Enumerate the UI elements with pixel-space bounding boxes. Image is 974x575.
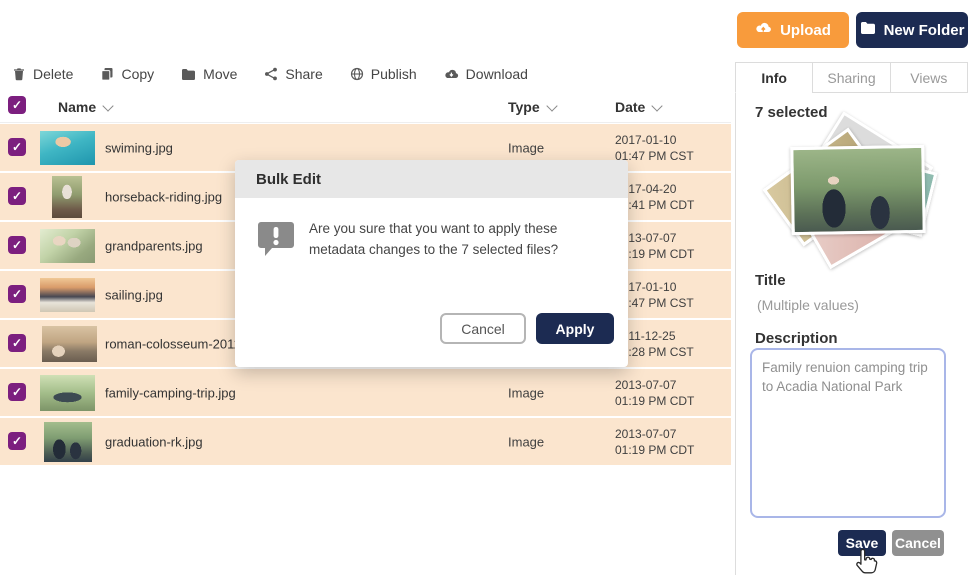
- selected-count: 7 selected: [755, 104, 828, 121]
- copy-button[interactable]: Copy: [100, 66, 154, 82]
- bulk-edit-modal: Bulk Edit Are you sure that you want to …: [235, 160, 628, 367]
- selected-photos-stack: [765, 120, 950, 265]
- toolbar-label: Download: [466, 66, 528, 82]
- warning-bubble-icon: [256, 220, 296, 263]
- column-header-date: Date: [615, 99, 661, 115]
- file-name: family-camping-trip.jpg: [105, 385, 236, 400]
- chevron-down-icon[interactable]: [546, 100, 557, 111]
- file-type: Image: [508, 434, 544, 449]
- file-name: graduation-rk.jpg: [105, 434, 203, 449]
- table-header: Name Type Date: [0, 96, 731, 123]
- file-thumbnail: [52, 176, 82, 218]
- copy-icon: [100, 67, 114, 81]
- row-checkbox[interactable]: [8, 187, 26, 205]
- row-checkbox[interactable]: [8, 285, 26, 303]
- row-checkbox[interactable]: [8, 334, 26, 352]
- file-thumbnail: [40, 375, 95, 411]
- download-button[interactable]: Download: [444, 66, 528, 82]
- modal-message: Are you sure that you want to apply thes…: [309, 218, 601, 260]
- file-thumbnail: [40, 229, 95, 263]
- table-row[interactable]: graduation-rk.jpg Image 2013-07-0701:19 …: [0, 418, 731, 465]
- file-thumbnail: [40, 131, 95, 165]
- modal-apply-button[interactable]: Apply: [536, 313, 614, 344]
- column-header-type: Type: [508, 99, 556, 115]
- chevron-down-icon[interactable]: [102, 100, 113, 111]
- description-field-label: Description: [755, 330, 838, 347]
- file-date: 2013-07-0701:19 PM CDT: [615, 426, 694, 458]
- file-manager-app: Delete Copy Move Share Publish Download …: [0, 0, 974, 575]
- globe-icon: [350, 67, 364, 81]
- title-field-value: (Multiple values): [757, 297, 859, 313]
- description-input[interactable]: Family renuion camping trip to Acadia Na…: [750, 348, 946, 518]
- file-type: Image: [508, 385, 544, 400]
- delete-button[interactable]: Delete: [12, 66, 73, 82]
- stacked-photo-top: [790, 145, 926, 235]
- tab-views[interactable]: Views: [890, 62, 968, 93]
- file-thumbnail: [42, 326, 97, 362]
- trash-icon: [12, 67, 26, 81]
- row-checkbox[interactable]: [8, 432, 26, 450]
- upload-button-label: Upload: [780, 22, 831, 39]
- toolbar-label: Publish: [371, 66, 417, 82]
- folder-icon: [181, 68, 196, 81]
- cloud-download-icon: [444, 68, 459, 81]
- file-thumbnail: [40, 278, 95, 312]
- toolbar-label: Move: [203, 66, 237, 82]
- toolbar-label: Share: [285, 66, 322, 82]
- file-thumbnail: [44, 422, 92, 462]
- file-date: 2017-01-1001:47 PM CST: [615, 132, 694, 164]
- table-row[interactable]: family-camping-trip.jpg Image 2013-07-07…: [0, 369, 731, 416]
- title-field-label: Title: [755, 272, 786, 289]
- share-button[interactable]: Share: [264, 66, 322, 82]
- column-header-name: Name: [58, 99, 112, 115]
- sidebar-divider: [735, 62, 736, 575]
- share-icon: [264, 67, 278, 81]
- tab-sharing[interactable]: Sharing: [812, 62, 890, 93]
- sidebar-tabs: Info Sharing Views: [735, 62, 968, 93]
- file-name: grandparents.jpg: [105, 238, 203, 253]
- new-folder-button[interactable]: New Folder: [856, 12, 968, 48]
- cloud-upload-icon: [755, 21, 772, 39]
- modal-cancel-button[interactable]: Cancel: [440, 313, 526, 344]
- row-checkbox[interactable]: [8, 236, 26, 254]
- file-name: swiming.jpg: [105, 140, 173, 155]
- new-folder-button-label: New Folder: [884, 22, 965, 39]
- folder-icon: [860, 21, 876, 39]
- publish-button[interactable]: Publish: [350, 66, 417, 82]
- modal-title: Bulk Edit: [256, 171, 321, 188]
- move-button[interactable]: Move: [181, 66, 237, 82]
- file-type: Image: [508, 140, 544, 155]
- modal-header: Bulk Edit: [235, 160, 628, 198]
- select-all-checkbox[interactable]: [8, 96, 26, 114]
- bulk-action-toolbar: Delete Copy Move Share Publish Download: [12, 66, 528, 82]
- upload-button[interactable]: Upload: [737, 12, 849, 48]
- file-name: sailing.jpg: [105, 287, 163, 302]
- file-name: horseback-riding.jpg: [105, 189, 222, 204]
- toolbar-label: Copy: [121, 66, 154, 82]
- sidebar-cancel-button[interactable]: Cancel: [892, 530, 944, 556]
- row-checkbox[interactable]: [8, 138, 26, 156]
- save-button[interactable]: Save: [838, 530, 886, 556]
- row-checkbox[interactable]: [8, 383, 26, 401]
- chevron-down-icon[interactable]: [652, 100, 663, 111]
- toolbar-label: Delete: [33, 66, 73, 82]
- file-date: 2013-07-0701:19 PM CDT: [615, 377, 694, 409]
- tab-info[interactable]: Info: [735, 62, 813, 93]
